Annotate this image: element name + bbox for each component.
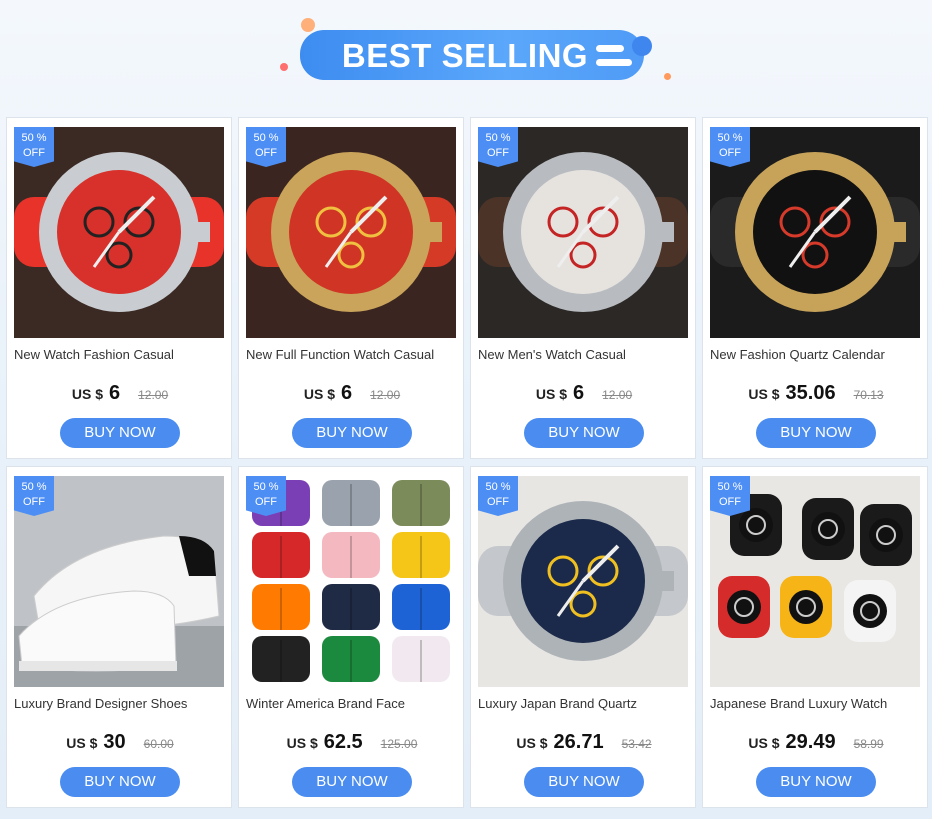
discount-percent: 50 % — [485, 132, 511, 144]
product-title[interactable]: New Fashion Quartz Calendar — [710, 347, 924, 365]
product-title[interactable]: New Men's Watch Casual — [478, 347, 692, 365]
discount-off: OFF — [255, 496, 277, 508]
discount-badge: 50 % OFF — [710, 127, 750, 167]
buy-now-button[interactable]: BUY NOW — [524, 767, 644, 797]
decor-dot — [280, 63, 288, 71]
decor-dot — [632, 36, 652, 56]
discount-off: OFF — [719, 496, 741, 508]
price-row: US $ 6 12.00 — [239, 382, 465, 408]
currency-label: US $ — [303, 386, 335, 402]
discount-badge: 50 % OFF — [478, 127, 518, 167]
buy-now-button[interactable]: BUY NOW — [756, 418, 876, 448]
currency-label: US $ — [535, 386, 567, 402]
discount-percent: 50 % — [253, 132, 279, 144]
best-selling-banner: BEST SELLING — [0, 0, 932, 112]
currency-label: US $ — [71, 386, 103, 402]
price-row: US $ 35.06 70.13 — [703, 382, 929, 408]
product-card[interactable]: 50 % OFF Japanese Brand Luxury Watch US … — [702, 466, 928, 808]
banner-title: BEST SELLING — [341, 37, 589, 74]
buy-now-button[interactable]: BUY NOW — [524, 418, 644, 448]
product-price: 30 — [103, 731, 126, 753]
discount-off: OFF — [23, 496, 45, 508]
original-price: 12.00 — [602, 388, 633, 402]
original-price: 58.99 — [853, 737, 884, 751]
price-row: US $ 62.5 125.00 — [239, 731, 465, 757]
original-price: 125.00 — [380, 737, 418, 751]
price-row: US $ 30 60.00 — [7, 731, 233, 757]
product-card[interactable]: 50 % OFF New Men's Watch Casual US $ 6 1… — [470, 117, 696, 459]
discount-off: OFF — [255, 147, 277, 159]
product-card[interactable]: 50 % OFF New Watch Fashion Casual US $ 6… — [6, 117, 232, 459]
price-row: US $ 29.49 58.99 — [703, 731, 929, 757]
buy-now-button[interactable]: BUY NOW — [756, 767, 876, 797]
currency-label: US $ — [748, 735, 780, 751]
price-row: US $ 6 12.00 — [7, 382, 233, 408]
discount-badge: 50 % OFF — [246, 476, 286, 516]
buy-now-button[interactable]: BUY NOW — [60, 418, 180, 448]
product-title[interactable]: Japanese Brand Luxury Watch — [710, 696, 924, 714]
product-price: 6 — [340, 382, 353, 404]
discount-off: OFF — [487, 147, 509, 159]
product-title[interactable]: Luxury Japan Brand Quartz — [478, 696, 692, 714]
discount-off: OFF — [719, 147, 741, 159]
product-title[interactable]: Luxury Brand Designer Shoes — [14, 696, 228, 714]
original-price: 12.00 — [138, 388, 169, 402]
discount-badge: 50 % OFF — [246, 127, 286, 167]
discount-badge: 50 % OFF — [14, 476, 54, 516]
original-price: 70.13 — [853, 388, 884, 402]
discount-badge: 50 % OFF — [478, 476, 518, 516]
product-title[interactable]: New Full Function Watch Casual — [246, 347, 460, 365]
buy-now-button[interactable]: BUY NOW — [292, 767, 412, 797]
price-row: US $ 26.71 53.42 — [471, 731, 697, 757]
decor-dot — [664, 73, 671, 80]
discount-off: OFF — [487, 496, 509, 508]
discount-percent: 50 % — [717, 481, 743, 493]
product-title[interactable]: Winter America Brand Face — [246, 696, 460, 714]
original-price: 60.00 — [143, 737, 174, 751]
discount-badge: 50 % OFF — [14, 127, 54, 167]
product-card[interactable]: 50 % OFF New Fashion Quartz Calendar US … — [702, 117, 928, 459]
currency-label: US $ — [286, 735, 318, 751]
discount-percent: 50 % — [253, 481, 279, 493]
buy-now-button[interactable]: BUY NOW — [292, 418, 412, 448]
product-price: 6 — [572, 382, 585, 404]
price-row: US $ 6 12.00 — [471, 382, 697, 408]
discount-percent: 50 % — [21, 481, 47, 493]
discount-percent: 50 % — [717, 132, 743, 144]
currency-label: US $ — [516, 735, 548, 751]
currency-label: US $ — [66, 735, 98, 751]
product-price: 6 — [108, 382, 121, 404]
original-price: 53.42 — [621, 737, 652, 751]
product-card[interactable]: 50 % OFF Luxury Brand Designer Shoes US … — [6, 466, 232, 808]
original-price: 12.00 — [370, 388, 401, 402]
discount-off: OFF — [23, 147, 45, 159]
currency-label: US $ — [748, 386, 780, 402]
product-title[interactable]: New Watch Fashion Casual — [14, 347, 228, 365]
discount-badge: 50 % OFF — [710, 476, 750, 516]
product-price: 62.5 — [323, 731, 363, 753]
product-price: 29.49 — [785, 731, 836, 753]
discount-percent: 50 % — [485, 481, 511, 493]
product-price: 26.71 — [553, 731, 604, 753]
buy-now-button[interactable]: BUY NOW — [60, 767, 180, 797]
product-card[interactable]: 50 % OFF Luxury Japan Brand Quartz US $ … — [470, 466, 696, 808]
product-card[interactable]: 50 % OFF Winter America Brand Face US $ … — [238, 466, 464, 808]
discount-percent: 50 % — [21, 132, 47, 144]
product-card[interactable]: 50 % OFF New Full Function Watch Casual … — [238, 117, 464, 459]
product-price: 35.06 — [785, 382, 836, 404]
